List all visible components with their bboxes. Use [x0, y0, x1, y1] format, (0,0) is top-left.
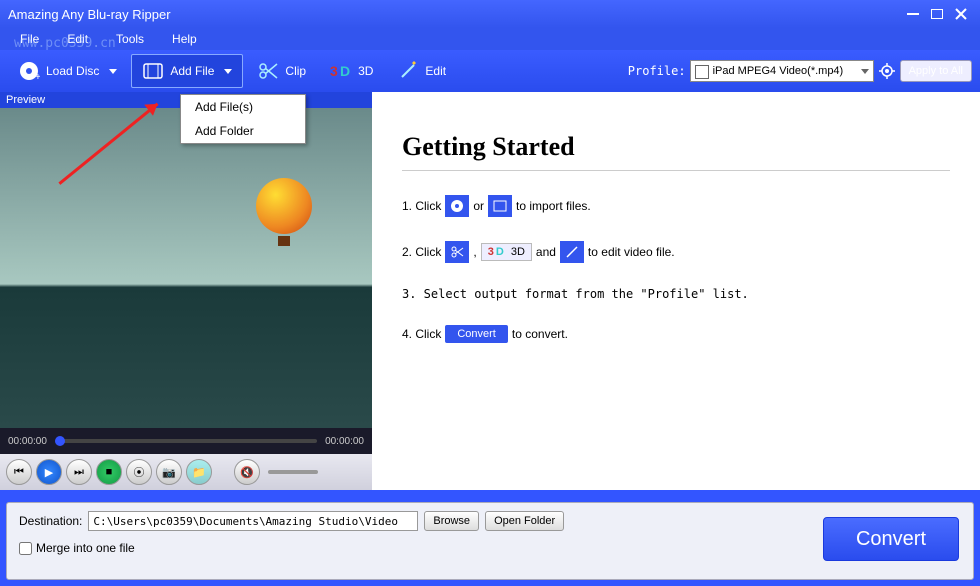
toolbar: + Load Disc Add File Clip 3D 3D Edit Pro… [0, 50, 980, 92]
step1-text-a: 1. Click [402, 199, 441, 213]
time-current: 00:00:00 [8, 436, 47, 447]
preview-image-balloon [256, 178, 312, 248]
minimize-button[interactable] [902, 5, 924, 23]
next-button[interactable]: ⏭ [66, 459, 92, 485]
destination-label: Destination: [19, 514, 82, 528]
destination-row: Destination: Browse Open Folder [19, 511, 961, 531]
seek-thumb[interactable] [55, 436, 65, 446]
step-4: 4. Click Convert to convert. [402, 325, 950, 343]
3d-icon: 3D [330, 60, 352, 82]
menu-edit[interactable]: Edit [53, 30, 102, 48]
getting-started-title: Getting Started [402, 132, 950, 171]
step1-text-b: or [473, 199, 484, 213]
time-bar: 00:00:00 00:00:00 [0, 428, 372, 454]
menu-tools[interactable]: Tools [102, 30, 158, 48]
content-area: Preview 00:00:00 00:00:00 ⏮ ▶ ⏭ ■ ⦿ 📷 📁 … [0, 92, 980, 490]
step2-text-b: , [473, 245, 476, 259]
profile-value: iPad MPEG4 Video(*.mp4) [713, 65, 844, 77]
wand-icon [397, 60, 419, 82]
apply-to-all-label: Apply to All [909, 65, 963, 77]
menu-file[interactable]: File [6, 30, 53, 48]
prev-button[interactable]: ⏮ [6, 459, 32, 485]
step-3: 3. Select output format from the "Profil… [402, 287, 950, 301]
clip-button[interactable]: Clip [247, 54, 316, 88]
profile-label: Profile: [628, 64, 686, 78]
dropdown-add-folder[interactable]: Add Folder [181, 119, 305, 143]
add-file-label: Add File [170, 64, 214, 78]
profile-select[interactable]: iPad MPEG4 Video(*.mp4) [690, 60, 874, 82]
menu-bar: File Edit Tools Help [0, 28, 980, 50]
playback-controls: ⏮ ▶ ⏭ ■ ⦿ 📷 📁 🔇 [0, 454, 372, 490]
settings-button[interactable] [878, 62, 896, 80]
destination-input[interactable] [88, 511, 418, 531]
window-title: Amazing Any Blu-ray Ripper [8, 7, 900, 22]
step2-text-a: 2. Click [402, 245, 441, 259]
wand-icon [560, 241, 584, 263]
load-disc-button[interactable]: + Load Disc [8, 54, 127, 88]
snapshot-button[interactable]: 📷 [156, 459, 182, 485]
volume-slider[interactable] [268, 470, 318, 474]
step2-text-d: to edit video file. [588, 245, 675, 259]
step-2: 2. Click , 3D 3D and to edit video file. [402, 241, 950, 263]
3d-button[interactable]: 3D 3D [320, 54, 383, 88]
folder-button[interactable]: 📁 [186, 459, 212, 485]
chevron-down-icon [224, 69, 232, 74]
open-folder-button[interactable]: Open Folder [485, 511, 564, 531]
play-button[interactable]: ▶ [36, 459, 62, 485]
stop-button[interactable]: ■ [96, 459, 122, 485]
browse-button[interactable]: Browse [424, 511, 479, 531]
getting-started-panel: Getting Started 1. Click or to import fi… [372, 92, 980, 490]
step-button[interactable]: ⦿ [126, 459, 152, 485]
menu-help[interactable]: Help [158, 30, 211, 48]
step-1: 1. Click or to import files. [402, 195, 950, 217]
svg-text:+: + [35, 72, 40, 82]
film-icon [488, 195, 512, 217]
svg-text:D: D [340, 63, 350, 79]
disc-icon [445, 195, 469, 217]
dropdown-add-files[interactable]: Add File(s) [181, 95, 305, 119]
title-bar: Amazing Any Blu-ray Ripper [0, 0, 980, 28]
gear-icon [879, 63, 895, 79]
3d-badge: 3D 3D [481, 243, 532, 261]
disc-icon: + [18, 60, 40, 82]
convert-button[interactable]: Convert [823, 517, 959, 561]
convert-label: Convert [856, 528, 926, 551]
edit-label: Edit [425, 64, 446, 78]
scissors-icon [257, 60, 279, 82]
add-file-button[interactable]: Add File [131, 54, 243, 88]
add-file-dropdown: Add File(s) Add Folder [180, 94, 306, 144]
maximize-button[interactable] [926, 5, 948, 23]
close-button[interactable] [950, 5, 972, 23]
merge-label: Merge into one file [36, 541, 135, 555]
mute-button[interactable]: 🔇 [234, 459, 260, 485]
clip-label: Clip [285, 64, 306, 78]
convert-inline-badge: Convert [445, 325, 508, 343]
bottom-panel: Destination: Browse Open Folder Merge in… [6, 502, 974, 580]
merge-checkbox[interactable] [19, 542, 32, 555]
load-disc-label: Load Disc [46, 64, 99, 78]
seek-slider[interactable] [55, 439, 317, 443]
time-total: 00:00:00 [325, 436, 364, 447]
edit-button[interactable]: Edit [387, 54, 456, 88]
step4-text-b: to convert. [512, 327, 568, 341]
svg-text:3: 3 [330, 63, 338, 79]
3d-label: 3D [358, 64, 373, 78]
scissors-icon [445, 241, 469, 263]
step4-text-a: 4. Click [402, 327, 441, 341]
step2-text-c: and [536, 245, 556, 259]
merge-row: Merge into one file [19, 541, 961, 555]
chevron-down-icon [109, 69, 117, 74]
film-icon [142, 60, 164, 82]
apply-to-all-button[interactable]: Apply to All [900, 60, 972, 82]
step1-text-c: to import files. [516, 199, 591, 213]
